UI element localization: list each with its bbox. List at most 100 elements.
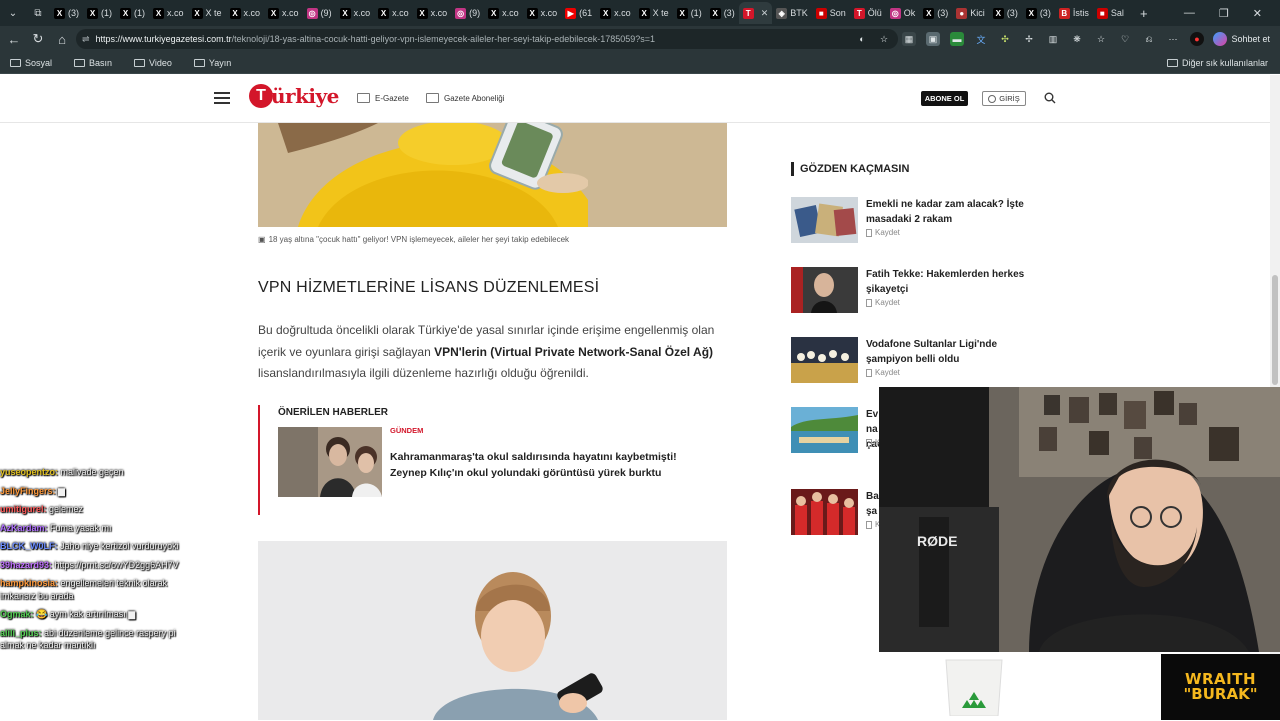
split-screen-icon[interactable]: ▥ [1046, 32, 1060, 46]
bookmark-folder[interactable]: Yayın [190, 58, 235, 68]
recommended-headline[interactable]: Kahramanmaraş'ta okul saldırısında hayat… [390, 449, 710, 481]
browser-tab[interactable]: T ✕ [738, 2, 773, 24]
performance-icon[interactable]: ❋ [1070, 32, 1084, 46]
tab-label: x.co [353, 8, 371, 18]
browser-tab[interactable]: ◈ BTK [772, 2, 812, 24]
browser-tab[interactable]: T Ölü [850, 2, 886, 24]
favorite-star-icon[interactable]: ☆ [877, 32, 891, 46]
chat-text: malivade geçen [60, 467, 124, 477]
subscribe-button[interactable]: ABONE OL [921, 91, 968, 106]
sidebar-news-item[interactable]: Vodafone Sultanlar Ligi'nde şampiyon bel… [791, 337, 1051, 385]
site-logo[interactable]: T ürkiye [249, 84, 339, 108]
maximize-icon[interactable]: ❐ [1219, 7, 1229, 20]
other-bookmarks-folder[interactable]: Diğer sık kullanılanlar [1166, 52, 1268, 74]
extension-icon[interactable]: ✣ [998, 32, 1012, 46]
browser-tab[interactable]: XX te [188, 2, 226, 24]
collections-icon[interactable]: ♡ [1118, 32, 1132, 46]
workspaces-icon[interactable]: ⧉ [26, 1, 50, 25]
browser-tab[interactable]: Xx.co [596, 2, 635, 24]
login-button[interactable]: GİRİŞ [982, 91, 1026, 106]
minimize-icon[interactable]: — [1184, 7, 1195, 19]
menu-icon[interactable] [214, 92, 230, 104]
chat-username: hampkinosia: [0, 578, 59, 588]
browser-tab[interactable]: X (3) [706, 2, 739, 24]
extension-icon[interactable]: ▦ [902, 32, 916, 46]
browser-tab[interactable]: Xx.co [149, 2, 188, 24]
favorites-icon[interactable]: ☆ [1094, 32, 1108, 46]
site-info-icon[interactable]: ⇌ [82, 34, 90, 45]
chat-username: Ogmak: [0, 609, 34, 619]
save-button[interactable]: Kaydet [866, 298, 900, 307]
browser-tab[interactable]: Xx.co [484, 2, 523, 24]
refresh-icon[interactable]: ↻ [26, 27, 50, 51]
close-tab-icon[interactable]: ✕ [761, 8, 769, 19]
browser-tab[interactable]: X (1) [673, 2, 706, 24]
tab-label: (1) [101, 8, 112, 18]
news-title[interactable]: Fatih Tekke: Hakemlerden herkes şikayetç… [866, 267, 1046, 297]
home-icon[interactable]: ⌂ [50, 27, 74, 51]
browser-tab[interactable]: X (3) [989, 2, 1022, 24]
browser-tab[interactable]: X (3) [1022, 2, 1055, 24]
sidebar-news-item[interactable]: Fatih Tekke: Hakemlerden herkes şikayetç… [791, 267, 1051, 315]
profile-avatar[interactable]: ● [1190, 32, 1204, 46]
tab-favicon-icon: ▶ [565, 7, 577, 19]
browser-tab[interactable]: ◎ Ok [886, 2, 920, 24]
browser-tab[interactable]: Xx.co [226, 2, 265, 24]
back-icon[interactable]: ← [2, 27, 26, 51]
browser-tab[interactable]: ▶ (61 [561, 2, 596, 24]
browser-tab[interactable]: Xx.co [374, 2, 413, 24]
more-menu-icon[interactable]: ⋯ [1166, 32, 1180, 46]
bookmark-folder[interactable]: Video [130, 58, 176, 68]
url-input[interactable]: ⇌ https://www.turkiyegazetesi.com.tr/tek… [76, 29, 898, 49]
browser-tab[interactable]: Xx.co [523, 2, 562, 24]
browser-tab[interactable]: Xx.co [336, 2, 375, 24]
close-window-icon[interactable]: ✕ [1253, 7, 1262, 20]
recommended-category[interactable]: GÜNDEM [390, 426, 423, 435]
news-title[interactable]: Vodafone Sultanlar Ligi'nde şampiyon bel… [866, 337, 1046, 367]
browser-tab[interactable]: Xx.co [264, 2, 303, 24]
extension-icon[interactable]: ▣ [926, 32, 940, 46]
egazete-link[interactable]: E-Gazete [357, 93, 409, 103]
browser-tab[interactable]: X (3) [919, 2, 952, 24]
recommended-thumbnail[interactable] [278, 427, 382, 497]
bookmark-folder[interactable]: Sosyal [6, 58, 56, 68]
reader-icon[interactable]: ◐ [855, 32, 869, 46]
news-thumbnail[interactable] [791, 489, 858, 535]
browser-tab[interactable]: X (1) [116, 2, 149, 24]
browser-tab[interactable]: ■ Son [812, 2, 850, 24]
save-button[interactable]: Kaydet [866, 228, 900, 237]
brand-line-2: "BURAK" [1183, 685, 1258, 703]
new-tab-icon[interactable]: + [1132, 1, 1156, 25]
browser-tab[interactable]: XX te [635, 2, 673, 24]
recommended-news-box: ÖNERİLEN HABERLER GÜNDEM Kahramanmaraş't… [258, 405, 728, 515]
browser-tab[interactable]: ◎ (9) [303, 2, 336, 24]
browser-tab[interactable]: X (1) [83, 2, 116, 24]
sidebar-news-item[interactable]: Emekli ne kadar zam alacak? İşte masadak… [791, 197, 1051, 245]
browser-tab[interactable]: X (3) [50, 2, 83, 24]
browser-tab[interactable]: ◎ (9) [451, 2, 484, 24]
news-thumbnail[interactable] [791, 197, 858, 243]
chat-username: umitigurel: [0, 504, 47, 514]
subscription-link[interactable]: Gazete Aboneliği [426, 93, 505, 103]
news-thumbnail[interactable] [791, 267, 858, 313]
browser-tab[interactable]: Xx.co [413, 2, 452, 24]
history-icon[interactable]: ⎌ [1142, 32, 1156, 46]
extension-icon[interactable]: ▬ [950, 32, 964, 46]
browser-tab[interactable]: ● Kici [952, 2, 989, 24]
tab-favicon-icon: ■ [815, 7, 827, 19]
chat-text: Jaho niye kertizol vurduruyoki [60, 541, 179, 551]
browser-tab[interactable]: B İstis [1055, 2, 1093, 24]
copilot-chat-button[interactable]: Sohbet et [1213, 30, 1270, 48]
tab-menu-icon[interactable]: ⌄ [0, 1, 26, 25]
news-thumbnail[interactable] [791, 337, 858, 383]
news-title[interactable]: Emekli ne kadar zam alacak? İşte masadak… [866, 197, 1046, 227]
save-button[interactable]: Kaydet [866, 368, 900, 377]
translate-icon[interactable]: 文 [974, 32, 988, 46]
tab-favicon-icon: X [1025, 7, 1037, 19]
browser-tab[interactable]: ■ Sal [1093, 2, 1128, 24]
extensions-puzzle-icon[interactable]: ✢ [1022, 32, 1036, 46]
scrollbar-thumb[interactable] [1272, 275, 1278, 385]
bookmark-folder[interactable]: Basın [70, 58, 116, 68]
news-thumbnail[interactable] [791, 407, 858, 453]
search-icon[interactable] [1044, 92, 1056, 104]
